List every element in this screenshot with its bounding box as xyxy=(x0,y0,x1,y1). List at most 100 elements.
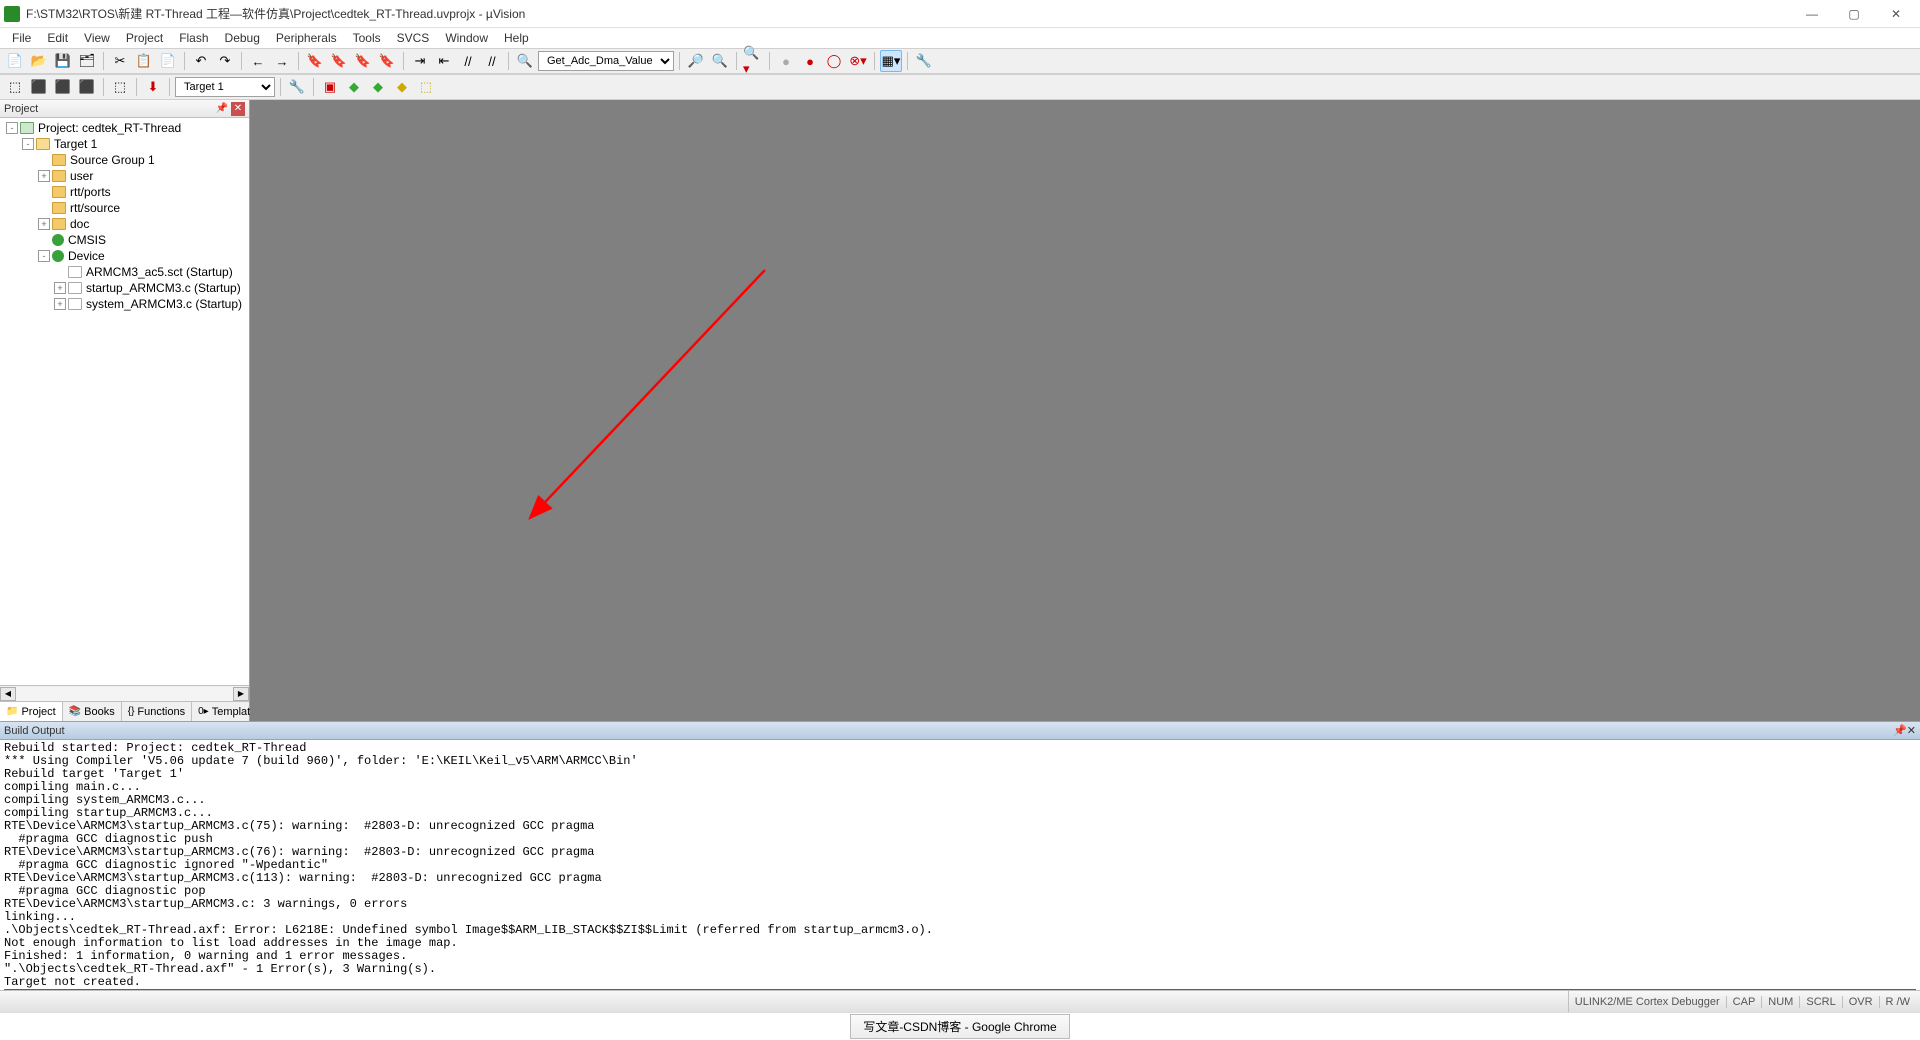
tree-node[interactable]: rtt/source xyxy=(0,200,249,216)
configure-icon[interactable]: 🔧 xyxy=(913,50,935,72)
tree-toggle-icon[interactable]: + xyxy=(54,298,66,310)
nav-back-icon[interactable]: ← xyxy=(247,50,269,72)
menu-svcs[interactable]: SVCS xyxy=(389,29,438,47)
bookmark-next-icon[interactable]: 🔖 xyxy=(352,50,374,72)
uncomment-icon[interactable]: // xyxy=(481,50,503,72)
find-in-files-icon[interactable]: 🔎 xyxy=(685,50,707,72)
find-combo[interactable]: Get_Adc_Dma_Value xyxy=(538,51,674,71)
batch-build-icon[interactable]: ⬛ xyxy=(76,76,98,98)
indent-icon[interactable]: ⇥ xyxy=(409,50,431,72)
tree-node[interactable]: ARMCM3_ac5.sct (Startup) xyxy=(0,264,249,280)
scroll-left-icon[interactable]: ◀ xyxy=(0,687,16,701)
build-panel-pin-icon[interactable]: 📌 xyxy=(1893,724,1907,737)
annotation-arrow xyxy=(250,100,1050,530)
folder-icon xyxy=(52,218,66,230)
close-button[interactable]: ✕ xyxy=(1876,2,1916,26)
tree-node[interactable]: +user xyxy=(0,168,249,184)
tree-label: Device xyxy=(68,249,105,263)
bookmark-clear-icon[interactable]: 🔖 xyxy=(376,50,398,72)
menu-help[interactable]: Help xyxy=(496,29,537,47)
menu-window[interactable]: Window xyxy=(437,29,496,47)
tree-label: Project: cedtek_RT-Thread xyxy=(38,121,181,135)
breakpoint-enable-icon[interactable]: ● xyxy=(799,50,821,72)
scroll-right-icon[interactable]: ▶ xyxy=(233,687,249,701)
breakpoint-kill-icon[interactable]: ⊗▾ xyxy=(847,50,869,72)
tree-node[interactable]: - Device xyxy=(0,248,249,264)
cut-icon[interactable]: ✂ xyxy=(109,50,131,72)
menu-flash[interactable]: Flash xyxy=(171,29,216,47)
breakpoint-insert-icon[interactable]: ● xyxy=(775,50,797,72)
save-icon[interactable]: 💾 xyxy=(52,50,74,72)
tree-node[interactable]: +startup_ARMCM3.c (Startup) xyxy=(0,280,249,296)
tree-node[interactable]: rtt/ports xyxy=(0,184,249,200)
menu-project[interactable]: Project xyxy=(118,29,171,47)
folder-icon xyxy=(52,186,66,198)
panel-tab-books[interactable]: 📚Books xyxy=(63,702,122,721)
taskbar-item[interactable]: 写文章-CSDN博客 - Google Chrome xyxy=(850,1014,1069,1039)
build-output-panel: Build Output 📌 ✕ Rebuild started: Projec… xyxy=(0,721,1920,990)
tree-node[interactable]: Source Group 1 xyxy=(0,152,249,168)
save-all-icon[interactable]: 🗂 xyxy=(76,50,98,72)
paste-icon[interactable]: 📄 xyxy=(157,50,179,72)
manage-rte-icon[interactable]: ◆ xyxy=(343,76,365,98)
minimize-button[interactable]: — xyxy=(1792,2,1832,26)
find-icon[interactable]: 🔍 xyxy=(514,50,536,72)
menu-view[interactable]: View xyxy=(76,29,118,47)
menu-peripherals[interactable]: Peripherals xyxy=(268,29,345,47)
target-combo[interactable]: Target 1 xyxy=(175,77,275,97)
file-ext-icon[interactable]: ▣ xyxy=(319,76,341,98)
bookmark-prev-icon[interactable]: 🔖 xyxy=(328,50,350,72)
tree-toggle-icon[interactable]: - xyxy=(38,250,50,262)
project-panel: Project 📌 ✕ -Project: cedtek_RT-Thread-T… xyxy=(0,100,250,721)
panel-pin-icon[interactable]: 📌 xyxy=(215,102,229,116)
rebuild-icon[interactable]: ⬛ xyxy=(52,76,74,98)
options-target-icon[interactable]: 🔧 xyxy=(286,76,308,98)
select-pack-icon[interactable]: ◆ xyxy=(367,76,389,98)
tree-toggle-icon[interactable]: + xyxy=(38,218,50,230)
window-icon[interactable]: ▦▾ xyxy=(880,50,902,72)
tree-toggle-icon[interactable]: - xyxy=(22,138,34,150)
menu-tools[interactable]: Tools xyxy=(345,29,389,47)
debug-icon[interactable]: 🔍▾ xyxy=(742,50,764,72)
tree-node[interactable]: - Project: cedtek_RT-Thread xyxy=(0,120,249,136)
stop-build-icon[interactable]: ⬚ xyxy=(109,76,131,98)
status-cap: CAP xyxy=(1726,996,1762,1008)
tree-node[interactable]: + doc xyxy=(0,216,249,232)
pack-installer-icon[interactable]: ◆ xyxy=(391,76,413,98)
open-file-icon[interactable]: 📂 xyxy=(28,50,50,72)
tree-node[interactable]: +system_ARMCM3.c (Startup) xyxy=(0,296,249,312)
build-output-text[interactable]: Rebuild started: Project: cedtek_RT-Thre… xyxy=(0,740,1920,990)
build-panel-close-icon[interactable]: ✕ xyxy=(1907,724,1916,737)
tree-toggle-icon[interactable]: + xyxy=(38,170,50,182)
tree-toggle-icon[interactable]: - xyxy=(6,122,18,134)
redo-icon[interactable]: ↷ xyxy=(214,50,236,72)
tree-node[interactable]: -Target 1 xyxy=(0,136,249,152)
breakpoint-disable-icon[interactable]: ◯ xyxy=(823,50,845,72)
menu-file[interactable]: File xyxy=(4,29,39,47)
menu-debug[interactable]: Debug xyxy=(217,29,268,47)
tree-toggle-icon[interactable]: + xyxy=(54,282,66,294)
download-icon[interactable]: ⬇ xyxy=(142,76,164,98)
outdent-icon[interactable]: ⇤ xyxy=(433,50,455,72)
new-file-icon[interactable]: 📄 xyxy=(4,50,26,72)
build-output-header: Build Output 📌 ✕ xyxy=(0,722,1920,740)
tree-node[interactable]: CMSIS xyxy=(0,232,249,248)
menu-edit[interactable]: Edit xyxy=(39,29,76,47)
maximize-button[interactable]: ▢ xyxy=(1834,2,1874,26)
translate-icon[interactable]: ⬚ xyxy=(4,76,26,98)
project-horizontal-scrollbar[interactable]: ◀ ▶ xyxy=(0,685,249,701)
panel-close-icon[interactable]: ✕ xyxy=(231,102,245,116)
copy-icon[interactable]: 📋 xyxy=(133,50,155,72)
nav-forward-icon[interactable]: → xyxy=(271,50,293,72)
manage-mpu-icon[interactable]: ⬚ xyxy=(415,76,437,98)
panel-tab-project[interactable]: 📁Project xyxy=(0,702,63,721)
bookmark-icon[interactable]: 🔖 xyxy=(304,50,326,72)
project-tree[interactable]: -Project: cedtek_RT-Thread-Target 1Sourc… xyxy=(0,118,249,685)
incremental-find-icon[interactable]: 🔍 xyxy=(709,50,731,72)
panel-tab-functions[interactable]: {}Functions xyxy=(122,702,192,721)
toolbar-build: ⬚ ⬛ ⬛ ⬛ ⬚ ⬇ Target 1 🔧 ▣ ◆ ◆ ◆ ⬚ xyxy=(0,74,1920,100)
tree-label: doc xyxy=(70,217,89,231)
comment-icon[interactable]: // xyxy=(457,50,479,72)
undo-icon[interactable]: ↶ xyxy=(190,50,212,72)
build-icon[interactable]: ⬛ xyxy=(28,76,50,98)
